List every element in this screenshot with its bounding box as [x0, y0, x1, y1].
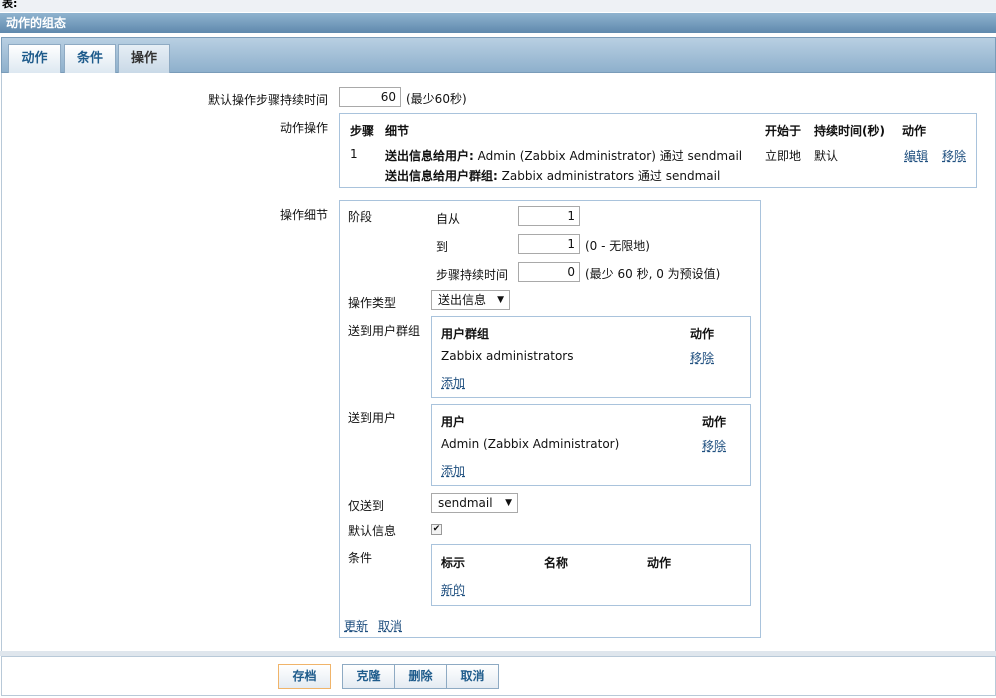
groups-col-action: 动作 — [690, 327, 715, 341]
default-message-label: 默认信息 — [348, 524, 397, 538]
step-from-input[interactable]: 1 — [518, 206, 580, 226]
remove-group-link[interactable]: 移除 — [690, 349, 714, 366]
new-condition-link[interactable]: 新的 — [441, 581, 465, 598]
save-button[interactable]: 存档 — [278, 664, 331, 689]
group-row-name: Zabbix administrators — [441, 349, 574, 363]
chevron-down-icon: ▼ — [497, 295, 504, 305]
user-row-name: Admin (Zabbix Administrator) — [441, 437, 620, 451]
delete-button[interactable]: 删除 — [394, 664, 447, 689]
operation-type-value: 送出信息 — [438, 293, 487, 307]
send-to-groups-label: 送到用户群组 — [348, 324, 421, 338]
to-label: 到 — [436, 240, 449, 254]
action-operations-table: 步骤 细节 开始于 持续时间(秒) 动作 1 送出信息给用户: Admin (Z… — [339, 113, 977, 188]
edit-operation-link[interactable]: 编辑 — [904, 147, 928, 164]
remove-operation-link[interactable]: 移除 — [942, 147, 966, 164]
tab-conditions[interactable]: 条件 — [64, 44, 116, 73]
users-table: 用户 动作 Admin (Zabbix Administrator) 移除 添加 — [431, 404, 751, 486]
conditions-label: 条件 — [348, 551, 373, 565]
col-action: 动作 — [902, 124, 927, 138]
page-title: 动作的组态 — [0, 13, 996, 33]
add-group-link[interactable]: 添加 — [441, 374, 465, 391]
users-col-name: 用户 — [441, 415, 466, 429]
operation-type-select[interactable]: 送出信息 ▼ — [431, 290, 510, 310]
update-link[interactable]: 更新 — [344, 617, 368, 634]
row-step: 1 — [350, 147, 358, 161]
send-to-users-label: 送到用户 — [348, 411, 397, 425]
tab-action[interactable]: 动作 — [8, 44, 61, 73]
add-user-link[interactable]: 添加 — [441, 462, 465, 479]
conditions-col-action: 动作 — [647, 556, 672, 570]
send-only-to-label: 仅送到 — [348, 499, 385, 513]
row-detail-line2-value: Zabbix administrators 通过 sendmail — [501, 169, 721, 183]
groups-col-name: 用户群组 — [441, 327, 490, 341]
users-col-action: 动作 — [702, 415, 727, 429]
footer-bar: 存档 克隆 删除 取消 — [1, 656, 996, 696]
default-message-checkbox[interactable]: ✔ — [431, 524, 442, 535]
send-only-to-value: sendmail — [438, 496, 493, 510]
from-label: 自从 — [436, 212, 461, 226]
step-duration-label: 步骤持续时间 — [436, 268, 509, 282]
cancel-button[interactable]: 取消 — [446, 664, 499, 689]
col-detail: 细节 — [385, 124, 410, 138]
conditions-col-label: 标示 — [441, 556, 466, 570]
operation-type-label: 操作类型 — [348, 296, 397, 310]
default-step-duration-hint: (最少60秒) — [406, 92, 467, 106]
row-detail-line1-value: Admin (Zabbix Administrator) 通过 sendmail — [477, 149, 743, 163]
clone-button[interactable]: 克隆 — [342, 664, 395, 689]
chevron-down-icon: ▼ — [505, 498, 512, 508]
row-duration: 默认 — [814, 149, 839, 163]
row-detail-line2-label: 送出信息给用户群组: — [385, 169, 498, 183]
top-fragment: 表: — [0, 0, 996, 12]
remove-user-link[interactable]: 移除 — [702, 437, 726, 454]
col-start-in: 开始于 — [765, 124, 802, 138]
step-duration-input[interactable]: 0 — [518, 262, 580, 282]
to-hint: (0 - 无限地) — [585, 239, 650, 253]
row-detail-line1-label: 送出信息给用户: — [385, 149, 474, 163]
conditions-table: 标示 名称 动作 新的 — [431, 544, 751, 606]
row-detail-line2: 送出信息给用户群组: Zabbix administrators 通过 send… — [385, 167, 720, 184]
step-duration-hint: (最少 60 秒, 0 为预设值) — [585, 267, 721, 281]
groups-table: 用户群组 动作 Zabbix administrators 移除 添加 — [431, 316, 751, 398]
action-operations-label: 动作操作 — [279, 121, 328, 135]
default-step-duration-input[interactable]: 60 — [339, 87, 401, 107]
col-duration: 持续时间(秒) — [814, 124, 885, 138]
default-step-duration-label: 默认操作步骤持续时间 — [207, 93, 328, 107]
step-to-input[interactable]: 1 — [518, 234, 580, 254]
row-start-in: 立即地 — [765, 149, 802, 163]
cancel-link[interactable]: 取消 — [378, 617, 402, 634]
send-only-to-select[interactable]: sendmail ▼ — [431, 493, 518, 513]
stage-label: 阶段 — [348, 210, 373, 224]
row-detail-line1: 送出信息给用户: Admin (Zabbix Administrator) 通过… — [385, 147, 742, 164]
col-step: 步骤 — [350, 124, 375, 138]
tab-strip: 动作 条件 操作 — [1, 37, 996, 73]
operation-details-label: 操作细节 — [279, 208, 328, 222]
tab-operations[interactable]: 操作 — [118, 44, 170, 73]
conditions-col-name: 名称 — [544, 556, 569, 570]
